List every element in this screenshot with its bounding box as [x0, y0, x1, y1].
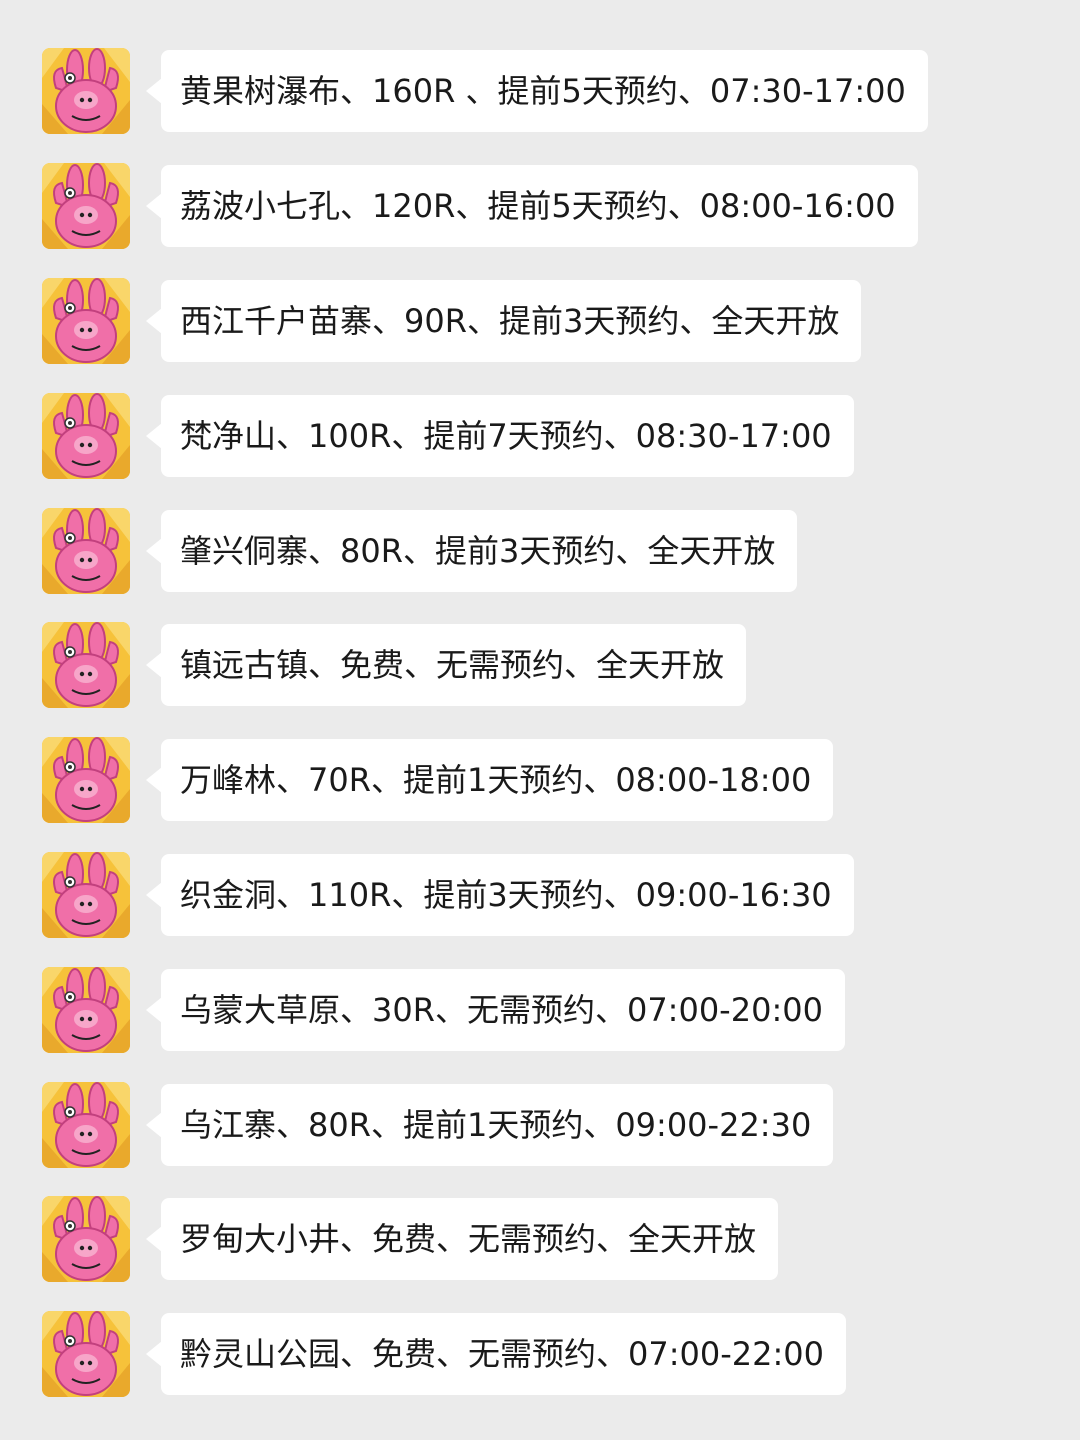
avatar[interactable] [42, 737, 130, 823]
message-row: 西江千户苗寨、90R、提前3天预约、全天开放 [0, 278, 1080, 364]
message-bubble[interactable]: 乌蒙大草原、30R、无需预约、07:00-20:00 [146, 969, 845, 1051]
bunny-avatar-icon [42, 852, 130, 938]
message-text: 梵净山、100R、提前7天预约、08:30-17:00 [180, 417, 832, 455]
chat-message-list: 黄果树瀑布、160R 、提前5天预约、07:30-17:00 荔波小七孔、120… [0, 0, 1080, 1440]
bunny-avatar-icon [42, 393, 130, 479]
bunny-avatar-icon [42, 163, 130, 249]
message-bubble[interactable]: 织金洞、110R、提前3天预约、09:00-16:30 [146, 854, 854, 936]
avatar[interactable] [42, 1082, 130, 1168]
message-bubble[interactable]: 黄果树瀑布、160R 、提前5天预约、07:30-17:00 [146, 50, 928, 132]
message-text: 镇远古镇、免费、无需预约、全天开放 [180, 646, 725, 684]
message-row: 乌蒙大草原、30R、无需预约、07:00-20:00 [0, 967, 1080, 1053]
avatar[interactable] [42, 278, 130, 364]
bunny-avatar-icon [42, 278, 130, 364]
message-text: 西江千户苗寨、90R、提前3天预约、全天开放 [180, 302, 840, 340]
message-text: 乌江寨、80R、提前1天预约、09:00-22:30 [180, 1106, 812, 1144]
message-bubble[interactable]: 万峰林、70R、提前1天预约、08:00-18:00 [145, 739, 834, 821]
bunny-avatar-icon [42, 1196, 130, 1282]
avatar[interactable] [42, 1311, 130, 1397]
message-text: 罗甸大小井、免费、无需预约、全天开放 [180, 1220, 757, 1258]
message-text: 万峰林、70R、提前1天预约、08:00-18:00 [180, 761, 812, 799]
bunny-avatar-icon [42, 508, 130, 594]
message-bubble[interactable]: 西江千户苗寨、90R、提前3天预约、全天开放 [145, 280, 862, 362]
message-text: 肇兴侗寨、80R、提前3天预约、全天开放 [180, 532, 776, 570]
message-row: 罗甸大小井、免费、无需预约、全天开放 [0, 1196, 1080, 1282]
message-row: 镇远古镇、免费、无需预约、全天开放 [0, 622, 1080, 708]
message-bubble[interactable]: 黔灵山公园、免费、无需预约、07:00-22:00 [146, 1313, 846, 1395]
message-bubble[interactable]: 罗甸大小井、免费、无需预约、全天开放 [145, 1198, 779, 1280]
avatar[interactable] [42, 967, 130, 1053]
message-row: 梵净山、100R、提前7天预约、08:30-17:00 [0, 393, 1080, 479]
avatar[interactable] [42, 393, 130, 479]
bunny-avatar-icon [42, 1082, 130, 1168]
message-row: 荔波小七孔、120R、提前5天预约、08:00-16:00 [0, 163, 1080, 249]
avatar[interactable] [42, 622, 130, 708]
message-bubble[interactable]: 乌江寨、80R、提前1天预约、09:00-22:30 [145, 1084, 834, 1166]
message-text: 荔波小七孔、120R、提前5天预约、08:00-16:00 [180, 187, 896, 225]
message-row: 乌江寨、80R、提前1天预约、09:00-22:30 [0, 1082, 1080, 1168]
bunny-avatar-icon [42, 48, 130, 134]
avatar[interactable] [42, 508, 130, 594]
message-row: 万峰林、70R、提前1天预约、08:00-18:00 [0, 737, 1080, 823]
message-bubble[interactable]: 梵净山、100R、提前7天预约、08:30-17:00 [146, 395, 854, 477]
bunny-avatar-icon [42, 737, 130, 823]
message-text: 乌蒙大草原、30R、无需预约、07:00-20:00 [180, 991, 823, 1029]
avatar[interactable] [42, 1196, 130, 1282]
message-row: 织金洞、110R、提前3天预约、09:00-16:30 [0, 852, 1080, 938]
avatar[interactable] [42, 163, 130, 249]
message-text: 织金洞、110R、提前3天预约、09:00-16:30 [180, 876, 832, 914]
bunny-avatar-icon [42, 1311, 130, 1397]
message-text: 黔灵山公园、免费、无需预约、07:00-22:00 [180, 1335, 824, 1373]
message-bubble[interactable]: 镇远古镇、免费、无需预约、全天开放 [145, 624, 747, 706]
message-row: 黔灵山公园、免费、无需预约、07:00-22:00 [0, 1311, 1080, 1397]
avatar[interactable] [42, 852, 130, 938]
message-row: 黄果树瀑布、160R 、提前5天预约、07:30-17:00 [0, 48, 1080, 134]
message-bubble[interactable]: 肇兴侗寨、80R、提前3天预约、全天开放 [145, 510, 798, 592]
avatar[interactable] [42, 48, 130, 134]
bunny-avatar-icon [42, 967, 130, 1053]
message-row: 肇兴侗寨、80R、提前3天预约、全天开放 [0, 508, 1080, 594]
message-bubble[interactable]: 荔波小七孔、120R、提前5天预约、08:00-16:00 [146, 165, 918, 247]
message-text: 黄果树瀑布、160R 、提前5天预约、07:30-17:00 [180, 72, 906, 110]
bunny-avatar-icon [42, 622, 130, 708]
